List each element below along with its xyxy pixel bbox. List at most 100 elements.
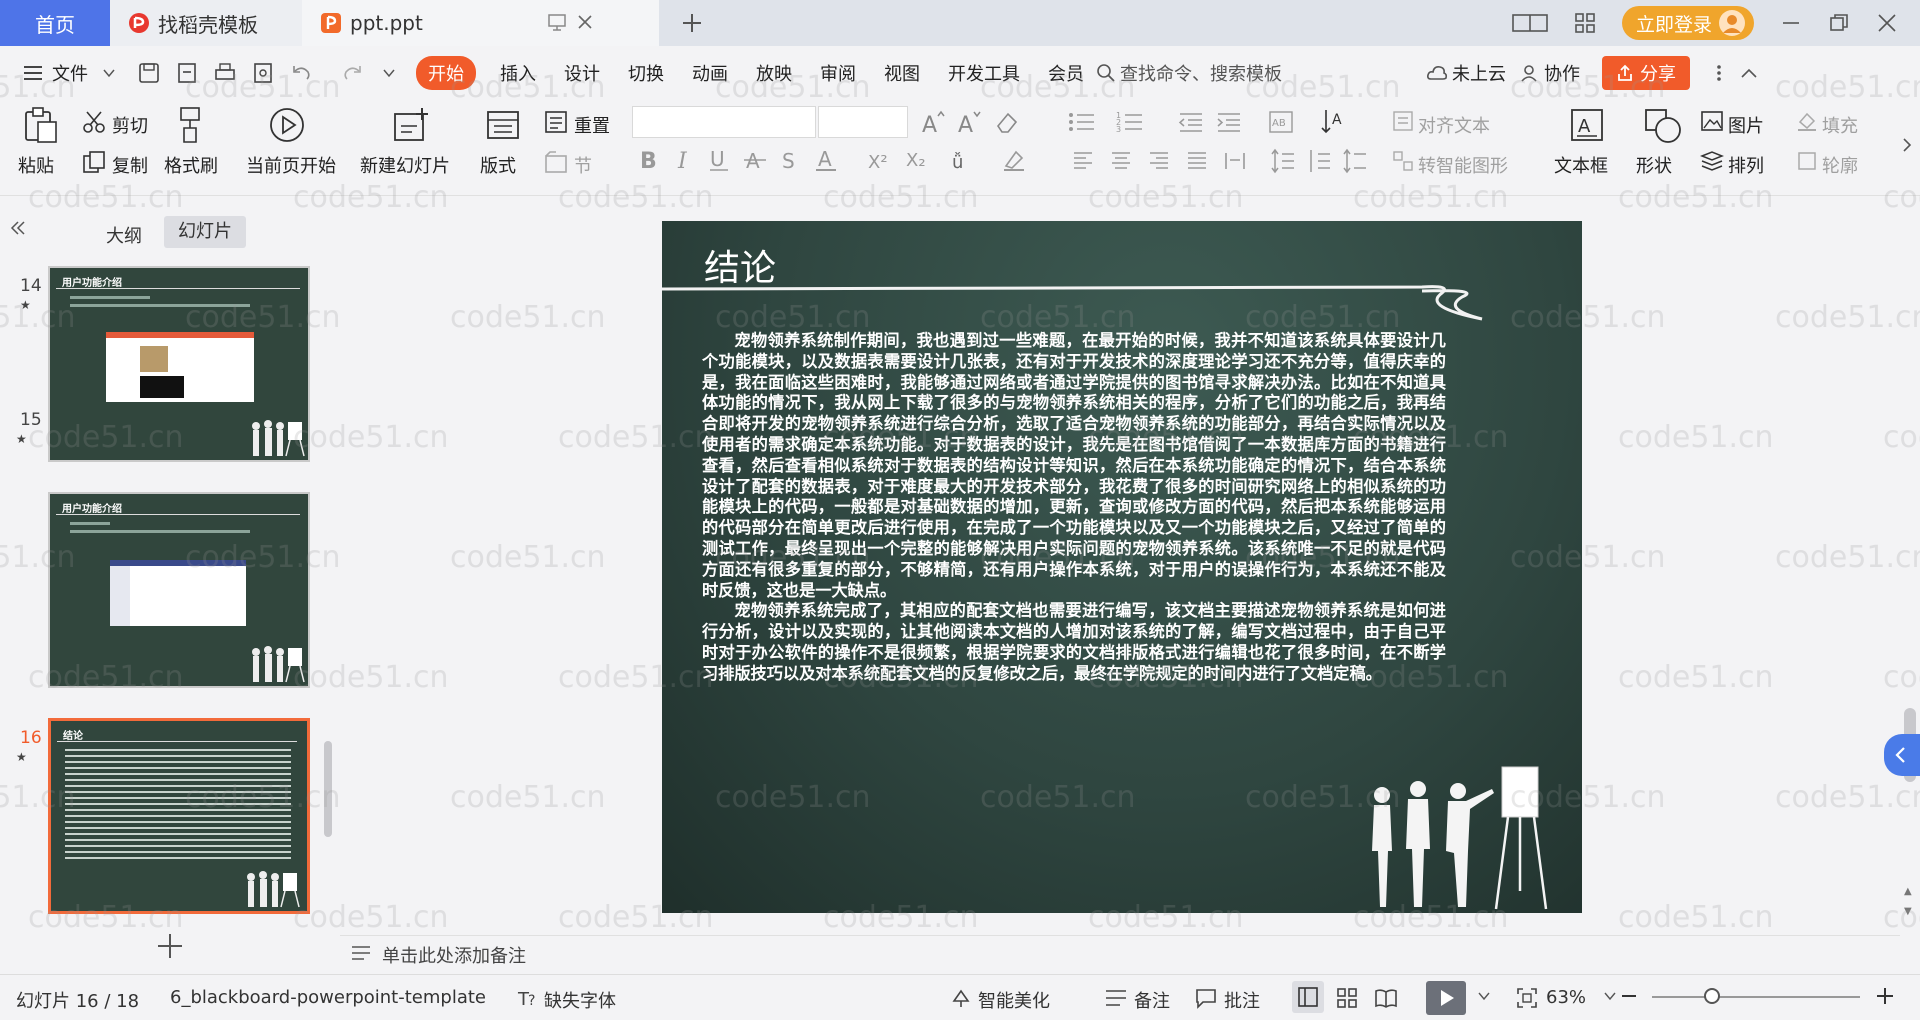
- close-window-icon[interactable]: [1876, 12, 1898, 34]
- new-tab-icon[interactable]: [681, 12, 703, 34]
- slideshow-button[interactable]: [1426, 981, 1466, 1015]
- play-current-button[interactable]: 当前页开始: [246, 152, 336, 178]
- slide-thumbnail-14[interactable]: 用户功能介绍: [48, 266, 310, 462]
- ribbon-scroll-icon[interactable]: [1900, 136, 1914, 154]
- outline-tab[interactable]: 大纲: [106, 222, 142, 248]
- menu-transition[interactable]: 切换: [628, 60, 664, 86]
- phonetic-icon[interactable]: ǚ: [950, 146, 980, 172]
- share-button[interactable]: 分享: [1602, 56, 1690, 90]
- collab-button[interactable]: 协作: [1544, 60, 1580, 86]
- add-slide-icon[interactable]: [156, 932, 184, 960]
- pane-scrollbar[interactable]: [324, 741, 332, 837]
- outline-button[interactable]: 轮廓: [1822, 152, 1858, 178]
- align-center-icon[interactable]: [1110, 150, 1132, 172]
- menu-insert[interactable]: 插入: [500, 60, 536, 86]
- menu-design[interactable]: 设计: [564, 60, 600, 86]
- command-search[interactable]: 查找命令、搜索模板: [1120, 60, 1282, 86]
- decrease-indent-icon[interactable]: [1178, 110, 1204, 134]
- zoom-slider-thumb[interactable]: [1704, 988, 1720, 1004]
- restore-icon[interactable]: [1828, 12, 1850, 34]
- new-slide-button[interactable]: 新建幻灯片: [360, 152, 450, 178]
- scroll-up-icon[interactable]: ▲: [1904, 886, 1912, 897]
- align-right-icon[interactable]: [1148, 150, 1170, 172]
- justify-icon[interactable]: [1186, 150, 1208, 172]
- zoom-options-icon[interactable]: [1604, 991, 1616, 1001]
- menu-slideshow[interactable]: 放映: [756, 60, 792, 86]
- file-menu[interactable]: 文件: [52, 60, 88, 86]
- subscript-icon[interactable]: X₂: [904, 146, 930, 172]
- menu-animation[interactable]: 动画: [692, 60, 728, 86]
- increase-indent-icon[interactable]: [1216, 110, 1242, 134]
- save-icon[interactable]: [138, 62, 160, 84]
- paste-icon[interactable]: [22, 106, 58, 144]
- shape-button[interactable]: 形状: [1636, 152, 1672, 178]
- bold-icon[interactable]: B: [638, 146, 660, 172]
- number-list-icon[interactable]: 123: [1116, 110, 1146, 134]
- fill-button[interactable]: 填充: [1822, 112, 1858, 138]
- zoom-level[interactable]: 63%: [1546, 987, 1586, 1008]
- menu-developer[interactable]: 开发工具: [948, 60, 1020, 86]
- template-name[interactable]: 6_blackboard-powerpoint-template: [170, 987, 486, 1008]
- zoom-out-icon[interactable]: [1622, 995, 1636, 997]
- bullet-list-icon[interactable]: [1068, 110, 1098, 134]
- slideshow-options-icon[interactable]: [1478, 991, 1490, 1001]
- grid-icon[interactable]: [1574, 12, 1596, 34]
- cut-button[interactable]: 剪切: [112, 112, 148, 138]
- missing-font-button[interactable]: 缺失字体: [544, 987, 616, 1013]
- layout-button[interactable]: 版式: [480, 152, 516, 178]
- screen-icon[interactable]: [547, 12, 567, 32]
- slide-canvas[interactable]: 结论 宠物领养系统制作期间，我也遇到过一些难题，在最开始的时候，我并不知道该系统…: [662, 221, 1582, 913]
- clear-format-icon[interactable]: [994, 110, 1020, 134]
- normal-view-icon[interactable]: [1292, 981, 1324, 1013]
- comment-button[interactable]: 批注: [1224, 987, 1260, 1013]
- font-size-select[interactable]: [818, 106, 908, 138]
- textbox-button[interactable]: 文本框: [1554, 152, 1608, 178]
- notes-toggle-button[interactable]: 备注: [1134, 987, 1170, 1013]
- section-button[interactable]: 节: [574, 152, 592, 178]
- menu-start[interactable]: 开始: [416, 56, 476, 90]
- arrange-button[interactable]: 排列: [1728, 152, 1764, 178]
- font-shrink-icon[interactable]: A: [956, 110, 982, 134]
- hamburger-icon[interactable]: [22, 63, 44, 83]
- italic-icon[interactable]: I: [674, 146, 696, 172]
- collapse-ribbon-icon[interactable]: [1740, 66, 1758, 80]
- picture-button[interactable]: 图片: [1728, 112, 1764, 138]
- document-tab[interactable]: ppt.ppt: [302, 0, 659, 46]
- text-direction-icon[interactable]: AB: [1268, 110, 1298, 134]
- zoom-in-icon[interactable]: [1876, 987, 1894, 1005]
- minimize-icon[interactable]: [1780, 12, 1802, 34]
- smart-shape-button[interactable]: 转智能图形: [1418, 152, 1508, 178]
- highlight-icon[interactable]: [1002, 146, 1032, 172]
- superscript-icon[interactable]: X²: [866, 146, 892, 172]
- font-grow-icon[interactable]: A: [920, 110, 946, 134]
- font-color-icon[interactable]: A: [816, 146, 846, 172]
- fit-window-icon[interactable]: [1516, 987, 1538, 1009]
- sorter-view-icon[interactable]: [1336, 987, 1358, 1009]
- slide-thumbnail-16[interactable]: 结论: [48, 718, 310, 914]
- scroll-down-icon[interactable]: ▼: [1904, 906, 1912, 917]
- side-panel-toggle[interactable]: [1884, 734, 1920, 776]
- beautify-button[interactable]: 智能美化: [978, 987, 1050, 1013]
- paste-button[interactable]: 粘贴: [18, 152, 54, 178]
- collapse-pane-icon[interactable]: [8, 220, 28, 236]
- notes-placeholder[interactable]: 单击此处添加备注: [382, 942, 526, 968]
- slide-thumbnail-15[interactable]: 用户功能介绍: [48, 492, 310, 688]
- print-icon[interactable]: [214, 62, 236, 84]
- paragraph-spacing-icon[interactable]: [1306, 148, 1332, 174]
- font-name-select[interactable]: [632, 106, 816, 138]
- reset-button[interactable]: 重置: [574, 112, 610, 138]
- print-preview-icon[interactable]: [252, 62, 274, 84]
- line-spacing-icon[interactable]: A: [1320, 108, 1354, 134]
- menu-member[interactable]: 会员: [1048, 60, 1084, 86]
- close-tab-icon[interactable]: [575, 12, 595, 32]
- more-quick-icon[interactable]: [382, 66, 396, 80]
- canvas-scrollbar[interactable]: ▲ ▼: [1900, 196, 1920, 974]
- underline-icon[interactable]: U: [708, 146, 730, 172]
- undo-icon[interactable]: [290, 62, 312, 84]
- reading-view-icon[interactable]: [1374, 987, 1398, 1009]
- columns-icon[interactable]: [1342, 148, 1368, 174]
- menu-review[interactable]: 审阅: [820, 60, 856, 86]
- home-tab[interactable]: 首页: [0, 0, 110, 46]
- menu-view[interactable]: 视图: [884, 60, 920, 86]
- shadow-icon[interactable]: S: [780, 146, 802, 172]
